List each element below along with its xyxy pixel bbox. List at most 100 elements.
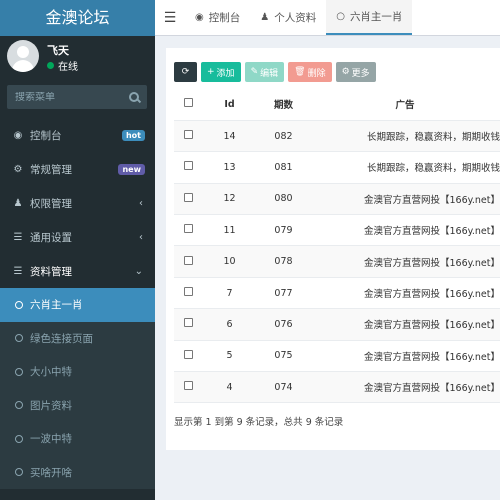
submenu-item-maisha[interactable]: 买啥开啥 bbox=[0, 456, 155, 490]
circle-icon bbox=[15, 334, 23, 343]
row-checkbox-cell bbox=[174, 120, 202, 153]
online-dot-icon bbox=[47, 62, 54, 69]
row-checkbox[interactable] bbox=[183, 224, 193, 234]
row-checkbox-cell bbox=[174, 214, 202, 247]
table-row[interactable]: 4 074 金澳官方直营网投【166y.net】 bbox=[174, 371, 500, 404]
more-button[interactable]: ⚙ 更多 bbox=[335, 62, 376, 82]
brand-logo[interactable]: 金澳论坛 bbox=[0, 0, 155, 36]
row-checkbox-cell bbox=[174, 183, 202, 216]
row-checkbox[interactable] bbox=[183, 161, 193, 171]
cell-id: 13 bbox=[202, 151, 257, 184]
select-all-checkbox-cell bbox=[174, 89, 202, 121]
data-table: Id 期数 广告 14 082 长期跟踪，稳赢资料，期期收钱 13 081 长期跟踪，稳… bbox=[174, 89, 500, 404]
circle-icon bbox=[15, 367, 23, 376]
chevron-down-icon: ⌄ bbox=[134, 265, 143, 277]
pagination-summary: 显示第 1 到第 9 条记录，总共 9 条记录 bbox=[174, 417, 344, 428]
search-input[interactable] bbox=[15, 91, 115, 103]
submenu-item-green-link[interactable]: 绿色连接页面 bbox=[0, 322, 155, 356]
submenu-item-label: 六肖主一肖 bbox=[30, 299, 83, 312]
row-checkbox[interactable] bbox=[183, 130, 193, 140]
cell-period: 076 bbox=[257, 308, 310, 341]
submenu-item-daxiao[interactable]: 大小中特 bbox=[0, 355, 155, 389]
sidebar-item-data[interactable]: ☰ 资料管理 ⌄ bbox=[0, 254, 155, 288]
table-row[interactable]: 14 082 长期跟踪，稳赢资料，期期收钱 bbox=[174, 120, 500, 153]
cell-id: 4 bbox=[202, 371, 257, 404]
edit-label: 编辑 bbox=[260, 68, 279, 79]
row-checkbox[interactable] bbox=[183, 192, 193, 202]
select-all-checkbox[interactable] bbox=[183, 98, 193, 108]
dashboard-icon: ◉ bbox=[195, 12, 204, 23]
column-header-period[interactable]: 期数 bbox=[257, 89, 310, 121]
table-body: 14 082 长期跟踪，稳赢资料，期期收钱 13 081 长期跟踪，稳赢资料，期期收钱 … bbox=[174, 120, 500, 404]
row-checkbox-cell bbox=[174, 308, 202, 341]
delete-label: 删除 bbox=[307, 68, 326, 79]
submenu: 六肖主一肖 绿色连接页面 大小中特 图片资料 一波中特 买啥开啥 bbox=[0, 288, 155, 489]
row-checkbox[interactable] bbox=[183, 349, 193, 359]
row-checkbox-cell bbox=[174, 277, 202, 310]
sidebar-item-permissions[interactable]: ♟ 权限管理 ‹ bbox=[0, 186, 155, 220]
cogs-icon: ⚙ bbox=[13, 163, 23, 175]
cell-period: 075 bbox=[257, 340, 310, 373]
top-navbar: ☰ ◉ 控制台 ♟ 个人资料 ○ 六肖主一肖 bbox=[155, 0, 500, 36]
avatar bbox=[7, 40, 39, 72]
add-button[interactable]: + 添加 bbox=[201, 62, 241, 82]
delete-button[interactable]: 🗑 删除 bbox=[288, 62, 332, 82]
table-row[interactable]: 7 077 金澳官方直营网投【166y.net】 bbox=[174, 277, 500, 310]
sidebar-menu: ◉ 控制台 hot ⚙ 常规管理 new ♟ 权限管理 ‹ ☰ 通用设置 ‹ ☰… bbox=[0, 118, 155, 489]
trash-icon: 🗑 bbox=[294, 67, 306, 77]
user-panel: 飞天 在线 bbox=[0, 36, 155, 80]
cell-period: 082 bbox=[257, 120, 310, 153]
row-checkbox-cell bbox=[174, 340, 202, 373]
column-header-id[interactable]: Id bbox=[202, 89, 257, 121]
sidebar-item-settings[interactable]: ☰ 通用设置 ‹ bbox=[0, 220, 155, 254]
cell-id: 12 bbox=[202, 183, 257, 216]
submenu-item-label: 大小中特 bbox=[30, 366, 72, 379]
search-icon[interactable] bbox=[129, 92, 139, 102]
table-header-row: Id 期数 广告 bbox=[174, 89, 500, 121]
sidebar-item-dashboard[interactable]: ◉ 控制台 hot bbox=[0, 118, 155, 152]
circle-icon bbox=[15, 434, 23, 443]
submenu-item-label: 一波中特 bbox=[30, 433, 72, 446]
row-checkbox[interactable] bbox=[183, 255, 193, 265]
submenu-item-images[interactable]: 图片资料 bbox=[0, 389, 155, 423]
cell-ad: 金澳官方直营网投【166y.net】 bbox=[310, 277, 500, 310]
table-row[interactable]: 6 076 金澳官方直营网投【166y.net】 bbox=[174, 308, 500, 341]
submenu-item-liuxiao[interactable]: 六肖主一肖 bbox=[0, 288, 155, 322]
cell-ad: 金澳官方直营网投【166y.net】 bbox=[310, 371, 500, 404]
submenu-item-label: 绿色连接页面 bbox=[30, 332, 93, 345]
submenu-item-yibo[interactable]: 一波中特 bbox=[0, 422, 155, 456]
menu-toggle-icon[interactable]: ☰ bbox=[155, 0, 185, 35]
tab-dashboard[interactable]: ◉ 控制台 bbox=[185, 0, 250, 35]
plus-icon: + bbox=[207, 67, 215, 77]
dashboard-icon: ◉ bbox=[13, 129, 23, 141]
tab-liuxiao[interactable]: ○ 六肖主一肖 bbox=[326, 0, 413, 35]
cell-period: 081 bbox=[257, 151, 310, 184]
table-row[interactable]: 10 078 金澳官方直营网投【166y.net】 bbox=[174, 245, 500, 278]
circle-icon bbox=[15, 468, 23, 477]
chevron-left-icon: ‹ bbox=[139, 231, 143, 243]
tab-profile[interactable]: ♟ 个人资料 bbox=[250, 0, 326, 35]
table-row[interactable]: 13 081 长期跟踪，稳赢资料，期期收钱 bbox=[174, 151, 500, 184]
cell-ad: 长期跟踪，稳赢资料，期期收钱 bbox=[310, 120, 500, 153]
circle-icon: ○ bbox=[336, 11, 345, 22]
table-row[interactable]: 11 079 金澳官方直营网投【166y.net】 bbox=[174, 214, 500, 247]
row-checkbox[interactable] bbox=[183, 381, 193, 391]
sidebar-item-general[interactable]: ⚙ 常规管理 new bbox=[0, 152, 155, 186]
circle-icon bbox=[15, 401, 23, 410]
tab-label: 个人资料 bbox=[274, 12, 317, 24]
cell-id: 5 bbox=[202, 340, 257, 373]
submenu-item-label: 图片资料 bbox=[30, 399, 72, 412]
row-checkbox[interactable] bbox=[183, 287, 193, 297]
row-checkbox[interactable] bbox=[183, 318, 193, 328]
cell-ad: 金澳官方直营网投【166y.net】 bbox=[310, 183, 500, 216]
row-checkbox-cell bbox=[174, 151, 202, 184]
user-status: 在线 bbox=[47, 58, 78, 73]
table-row[interactable]: 12 080 金澳官方直营网投【166y.net】 bbox=[174, 183, 500, 216]
user-name: 飞天 bbox=[47, 44, 69, 57]
column-header-ad[interactable]: 广告 bbox=[310, 89, 500, 121]
table-row[interactable]: 5 075 金澳官方直营网投【166y.net】 bbox=[174, 340, 500, 373]
edit-button[interactable]: ✎ 编辑 bbox=[244, 62, 285, 82]
sidebar-search bbox=[7, 85, 147, 109]
sidebar-item-label: 权限管理 bbox=[30, 197, 72, 210]
refresh-button[interactable]: ⟳ bbox=[174, 62, 197, 82]
